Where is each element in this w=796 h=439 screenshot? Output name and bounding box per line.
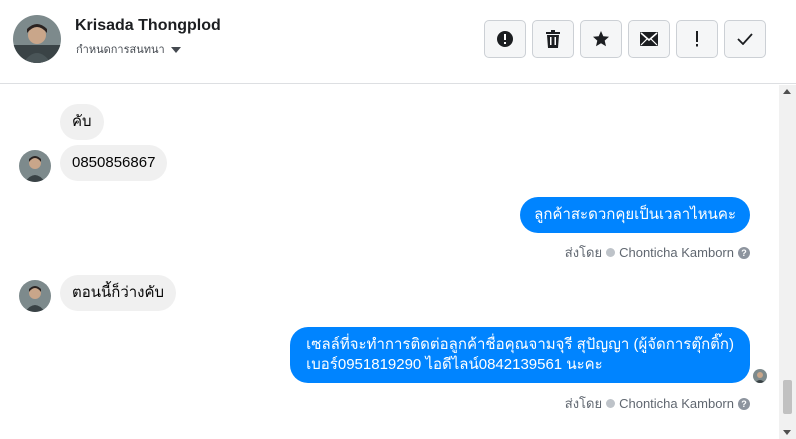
incoming-message[interactable]: คับ xyxy=(60,104,104,140)
conversation-header: Krisada Thongplod กำหนดการสนทนา xyxy=(0,0,796,84)
outgoing-message[interactable]: ลูกค้าสะดวกคุยเป็นเวลาไหนคะ xyxy=(520,197,750,233)
caret-down-icon xyxy=(170,46,181,53)
sent-by-info: ส่งโดย Chonticha Kamborn ? xyxy=(565,393,750,414)
outgoing-message-line: เบอร์0951819290 ไอดีไลน์0842139561 นะคะ xyxy=(306,356,603,373)
conversation-schedule-dropdown[interactable]: กำหนดการสนทนา xyxy=(76,40,181,58)
outgoing-message[interactable]: เซลล์ที่จะทำการติดต่อลูกค้าชื่อคุณจามจุร… xyxy=(290,327,750,383)
contact-avatar-small xyxy=(19,150,51,182)
contact-avatar-small xyxy=(19,280,51,312)
conversation-schedule-label: กำหนดการสนทนา xyxy=(76,44,165,56)
sent-check-icon xyxy=(606,399,616,408)
incoming-message[interactable]: ตอนนี้ก็ว่างคับ xyxy=(60,275,177,311)
mark-done-button[interactable] xyxy=(724,20,766,58)
checkmark-icon xyxy=(737,33,753,45)
sent-by-label: ส่งโดย xyxy=(564,396,603,411)
help-icon[interactable]: ? xyxy=(738,397,750,410)
sent-by-name[interactable]: Chonticha Kamborn xyxy=(619,245,734,260)
contact-name[interactable]: Krisada Thongplod xyxy=(75,17,221,35)
action-toolbar xyxy=(484,20,766,58)
seen-avatar xyxy=(753,369,767,383)
incoming-message[interactable]: 0850856867 xyxy=(60,145,168,181)
scrollbar-thumb[interactable] xyxy=(783,380,792,414)
exclamation-icon xyxy=(696,31,698,47)
star-button[interactable] xyxy=(580,20,622,58)
follow-up-button[interactable] xyxy=(676,20,718,58)
sent-by-info: ส่งโดย Chonticha Kamborn ? xyxy=(565,242,750,263)
scroll-down-arrow-icon[interactable] xyxy=(783,430,791,435)
trash-icon xyxy=(546,30,560,48)
alert-circle-icon xyxy=(497,31,513,47)
delete-button[interactable] xyxy=(532,20,574,58)
message-thread[interactable]: คับ 0850856867 ลูกค้าสะดวกคุยเป็นเวลาไหน… xyxy=(0,85,778,439)
scroll-up-arrow-icon[interactable] xyxy=(783,89,791,94)
sent-check-icon xyxy=(606,248,616,257)
contact-avatar[interactable] xyxy=(13,15,61,63)
sent-by-name[interactable]: Chonticha Kamborn xyxy=(619,396,734,411)
scrollbar[interactable] xyxy=(779,85,796,439)
outgoing-message-line: เซลล์ที่จะทำการติดต่อลูกค้าชื่อคุณจามจุร… xyxy=(306,336,734,353)
sent-by-label: ส่งโดย xyxy=(564,245,603,260)
star-icon xyxy=(593,31,609,47)
envelope-icon xyxy=(640,32,658,46)
mark-unread-button[interactable] xyxy=(628,20,670,58)
report-button[interactable] xyxy=(484,20,526,58)
help-icon[interactable]: ? xyxy=(738,246,750,259)
